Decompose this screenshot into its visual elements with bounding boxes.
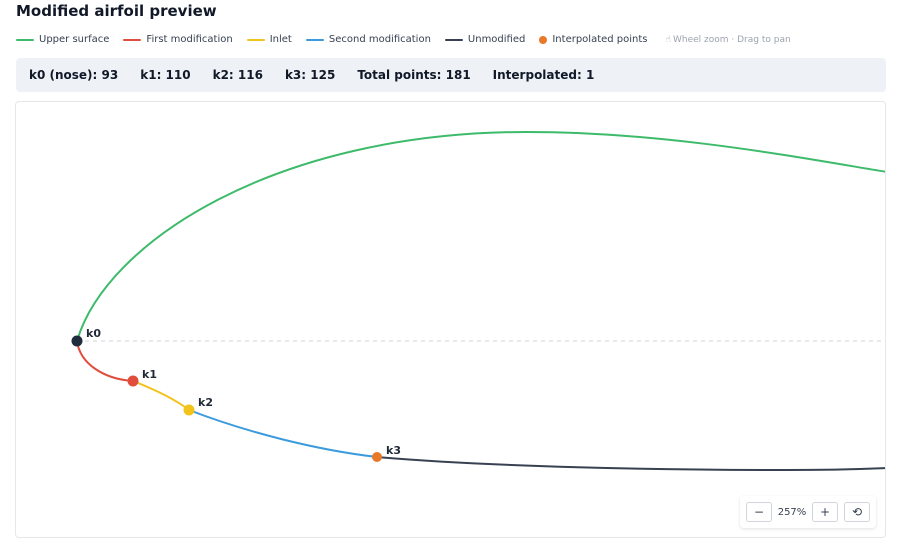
stat-k1: k1: 110: [140, 68, 191, 82]
legend-swatch: [123, 38, 142, 41]
zoom-controls: − 257% + ⟲: [740, 496, 876, 528]
stat-total-points: Total points: 181: [357, 68, 471, 82]
legend-swatch: [305, 38, 324, 41]
unmodified-curve: [376, 456, 885, 472]
point-k3-label: k3: [386, 444, 401, 457]
legend-label: Interpolated points: [552, 34, 648, 45]
legend-label: Second modification: [328, 34, 431, 45]
first-modification-curve: [76, 340, 134, 382]
reset-zoom-button[interactable]: ⟲: [844, 502, 870, 522]
legend-swatch: [246, 38, 265, 41]
point-k2-label: k2: [198, 396, 213, 409]
legend-swatch: [539, 35, 548, 44]
legend-label: Unmodified: [467, 34, 526, 45]
legend: Upper surface First modification Inlet S…: [16, 34, 791, 45]
point-k1-label: k1: [142, 368, 157, 381]
legend-item-second-modification: Second modification: [305, 34, 431, 45]
zoom-in-button[interactable]: +: [812, 502, 838, 522]
hand-icon: ☝: [665, 34, 671, 45]
stat-k0: k0 (nose): 93: [29, 68, 119, 82]
zoom-level: 257%: [777, 506, 807, 518]
legend-label: Upper surface: [39, 34, 110, 45]
airfoil-plot: k0 k1 k2 k3: [71, 130, 885, 472]
interaction-hint: ☝ Wheel zoom · Drag to pan: [666, 35, 791, 45]
stats-bar: k0 (nose): 93 k1: 110 k2: 116 k3: 125 To…: [16, 58, 886, 92]
airfoil-canvas[interactable]: k0 k1 k2 k3: [15, 101, 886, 538]
point-k3-marker[interactable]: [372, 452, 382, 462]
legend-swatch: [444, 38, 463, 41]
point-k2-marker[interactable]: [183, 404, 195, 416]
stat-interpolated: Interpolated: 1: [492, 68, 595, 82]
stat-k3: k3: 125: [284, 68, 336, 82]
legend-item-first-modification: First modification: [123, 34, 233, 45]
legend-item-unmodified: Unmodified: [444, 34, 526, 45]
legend-item-interpolated-points: Interpolated points: [539, 34, 648, 45]
legend-label: First modification: [146, 34, 233, 45]
stat-k2: k2: 116: [212, 68, 263, 82]
zoom-out-button[interactable]: −: [746, 502, 772, 522]
legend-label: Inlet: [269, 34, 292, 45]
point-k1-marker[interactable]: [127, 375, 139, 387]
legend-item-inlet: Inlet: [246, 34, 292, 45]
page-title: Modified airfoil preview: [16, 2, 217, 20]
reset-icon: ⟲: [851, 505, 863, 519]
legend-swatch: [16, 38, 34, 41]
inlet-curve: [132, 380, 190, 411]
second-modification-curve: [188, 409, 378, 458]
hint-text: Wheel zoom · Drag to pan: [673, 34, 791, 45]
point-k0-marker[interactable]: [71, 335, 83, 347]
upper-surface-curve: [76, 130, 885, 342]
legend-item-upper-surface: Upper surface: [16, 34, 109, 45]
point-k0-label: k0: [86, 327, 101, 340]
